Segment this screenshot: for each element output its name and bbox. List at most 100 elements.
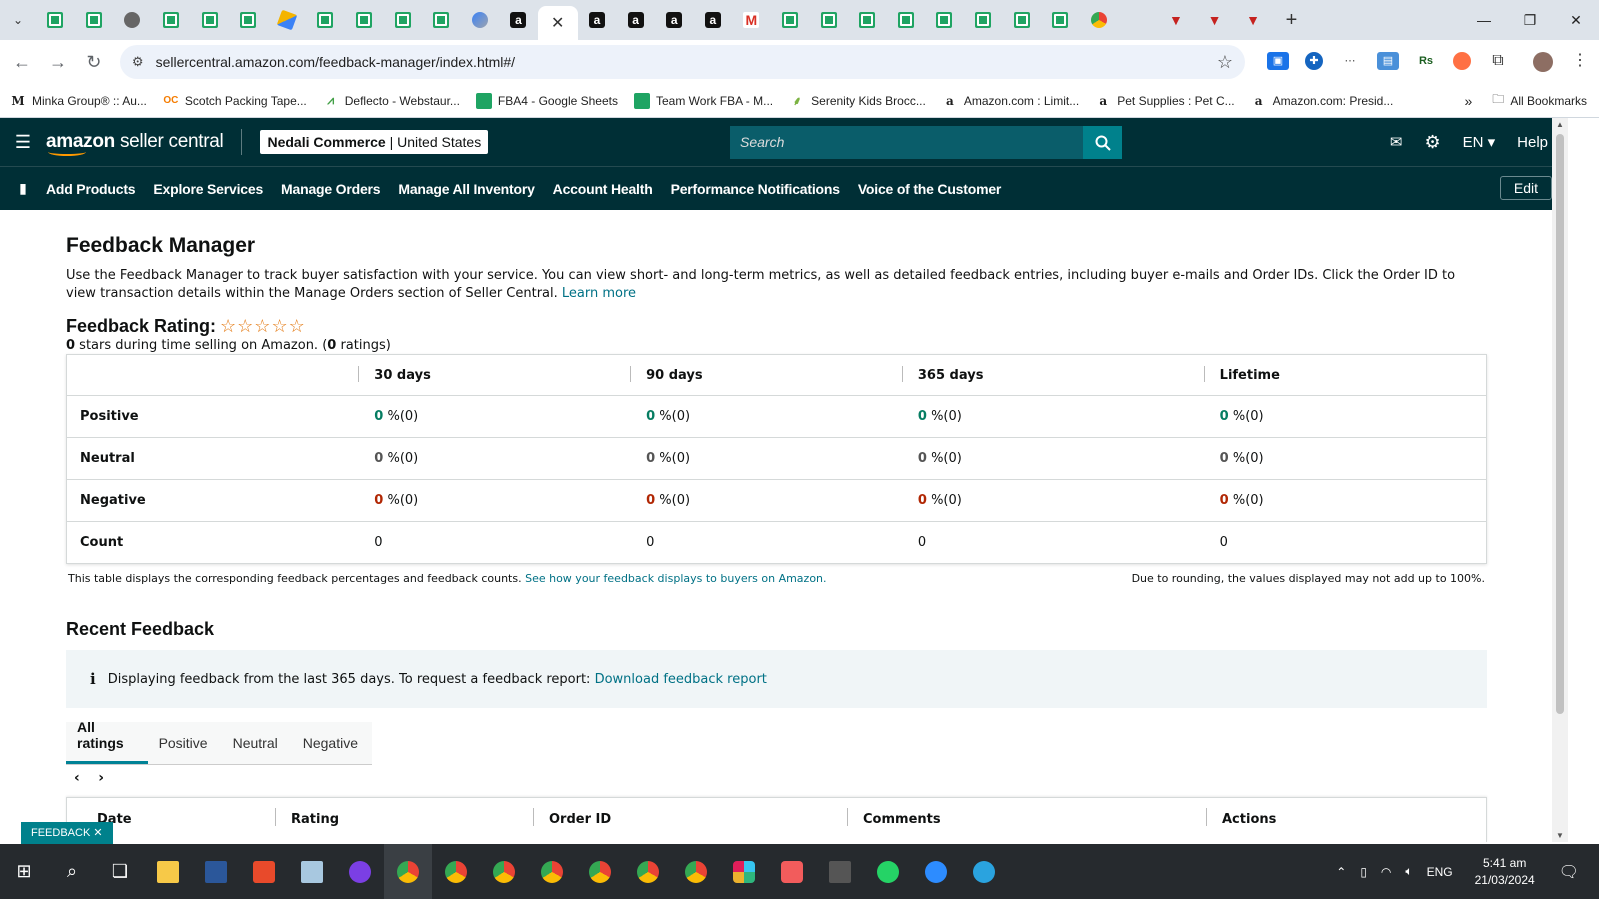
notes-app-icon[interactable] (288, 844, 336, 899)
tray-chevron-icon[interactable]: ⌃ (1336, 865, 1346, 879)
browser-tab[interactable] (1002, 5, 1041, 35)
scrollbar-thumb[interactable] (1556, 134, 1564, 714)
minimize-icon[interactable]: — (1461, 12, 1507, 29)
browser-tab[interactable]: a (655, 5, 694, 35)
nav-link-explore-services[interactable]: Explore Services (153, 181, 263, 197)
prev-page-icon[interactable]: ‹ (74, 770, 80, 786)
chrome-icon[interactable] (480, 844, 528, 899)
browser-tab[interactable] (1041, 5, 1080, 35)
language-selector[interactable]: EN ▾ (1463, 133, 1496, 151)
browser-tab[interactable] (113, 5, 152, 35)
bookmark-item[interactable]: M Minka Group® :: Au... (10, 93, 147, 109)
browser-tab[interactable]: M (732, 5, 771, 35)
forward-arrow-icon[interactable]: → (40, 52, 76, 73)
extension-icon[interactable]: ▣ (1267, 52, 1289, 70)
site-info-icon[interactable]: ⚙ (132, 54, 144, 70)
restore-icon[interactable]: ❐ (1507, 12, 1553, 29)
nav-link-performance-notifications[interactable]: Performance Notifications (671, 181, 840, 197)
extension-icon[interactable]: ▤ (1377, 52, 1399, 70)
telegram-icon[interactable] (960, 844, 1008, 899)
wps-icon[interactable] (240, 844, 288, 899)
browser-tab[interactable]: a (616, 5, 655, 35)
feedback-widget-button[interactable]: FEEDBACK ✕ (21, 822, 113, 844)
browser-tab[interactable] (345, 5, 384, 35)
chrome-icon[interactable] (528, 844, 576, 899)
nav-link-add-products[interactable]: Add Products (46, 181, 136, 197)
bookmark-item[interactable]: OC Scotch Packing Tape... (163, 93, 306, 109)
extensions-puzzle-icon[interactable]: ⧉ (1487, 52, 1509, 70)
tab-negative[interactable]: Negative (292, 735, 372, 764)
chrome-icon[interactable] (672, 844, 720, 899)
scroll-down-icon[interactable]: ▼ (1556, 831, 1564, 840)
calculator-icon[interactable] (816, 844, 864, 899)
browser-tab[interactable]: a (499, 5, 538, 35)
browser-tab[interactable]: a (578, 5, 617, 35)
next-page-icon[interactable]: › (98, 770, 104, 786)
browser-tab[interactable] (964, 5, 1003, 35)
word-icon[interactable] (192, 844, 240, 899)
browser-tab[interactable] (152, 5, 191, 35)
language-indicator[interactable]: ENG (1427, 865, 1453, 879)
app-icon[interactable] (336, 844, 384, 899)
tab-positive[interactable]: Positive (148, 735, 222, 764)
feedback-display-link[interactable]: See how your feedback displays to buyers… (525, 572, 826, 585)
bookmark-item[interactable]: Team Work FBA - M... (634, 92, 773, 109)
settings-gear-icon[interactable]: ⚙ (1424, 132, 1440, 153)
browser-tab[interactable] (75, 5, 114, 35)
new-tab-button[interactable]: + (1272, 9, 1310, 32)
browser-tab[interactable]: ▼ (1195, 5, 1234, 35)
file-explorer-icon[interactable] (144, 844, 192, 899)
browser-tab[interactable] (190, 5, 229, 35)
page-scrollbar[interactable]: ▲ ▼ (1552, 118, 1568, 842)
task-view-icon[interactable]: ❏ (96, 844, 144, 899)
whatsapp-icon[interactable] (864, 844, 912, 899)
extension-icon[interactable]: ✚ (1305, 52, 1323, 70)
store-selector[interactable]: Nedali Commerce | United States (260, 130, 489, 154)
edit-nav-button[interactable]: Edit (1499, 176, 1552, 200)
chrome-icon[interactable] (432, 844, 480, 899)
close-tab-icon[interactable]: ✕ (551, 13, 564, 33)
bookmark-icon[interactable]: ▮ (0, 180, 46, 197)
browser-tab[interactable] (422, 5, 461, 35)
search-input[interactable]: Search (730, 126, 1084, 159)
clock[interactable]: 5:41 am 21/03/2024 (1475, 855, 1535, 889)
tab-search-chevron-icon[interactable]: ⌄ (0, 0, 36, 40)
bookmark-item[interactable]: a Amazon.com : Limit... (942, 93, 1079, 109)
seller-central-logo[interactable]: amazon seller central (46, 129, 243, 156)
taskbar-search-icon[interactable]: ⌕ (48, 844, 96, 899)
close-window-icon[interactable]: ✕ (1553, 12, 1599, 29)
browser-tab[interactable] (461, 5, 500, 35)
zoom-icon[interactable] (912, 844, 960, 899)
tab-neutral[interactable]: Neutral (222, 735, 292, 764)
usb-icon[interactable]: ▯ (1360, 865, 1367, 879)
all-bookmarks-button[interactable]: 🗀 All Bookmarks (1492, 90, 1587, 111)
browser-tab[interactable] (229, 5, 268, 35)
browser-tab[interactable]: ▼ (1234, 5, 1273, 35)
browser-tab[interactable] (306, 5, 345, 35)
download-feedback-report-link[interactable]: Download feedback report (595, 672, 767, 687)
slack-icon[interactable] (720, 844, 768, 899)
back-arrow-icon[interactable]: ← (4, 52, 40, 73)
reload-icon[interactable]: ↻ (76, 52, 112, 73)
nav-link-manage-all-inventory[interactable]: Manage All Inventory (398, 181, 534, 197)
browser-tab[interactable] (383, 5, 422, 35)
extension-icon[interactable]: ⋯ (1339, 52, 1361, 70)
more-bookmarks-icon[interactable]: » (1465, 93, 1473, 109)
windows-start-icon[interactable]: ⊞ (0, 844, 48, 899)
learn-more-link[interactable]: Learn more (562, 286, 636, 301)
volume-icon[interactable]: 🔈︎ (1405, 864, 1412, 879)
extension-icon[interactable]: Rs (1415, 52, 1437, 70)
nav-link-voice-of-the-customer[interactable]: Voice of the Customer (858, 181, 1002, 197)
chrome-icon[interactable] (576, 844, 624, 899)
tab-all-ratings[interactable]: All ratings (66, 719, 148, 764)
bookmark-star-icon[interactable]: ☆ (1217, 52, 1233, 73)
browser-tab[interactable] (771, 5, 810, 35)
browser-tab[interactable] (268, 5, 307, 35)
browser-tab[interactable] (848, 5, 887, 35)
browser-tab[interactable] (1118, 5, 1157, 35)
menu-kebab-icon[interactable]: ⋮ (1569, 52, 1591, 70)
notifications-icon[interactable]: 🗨︎ (1559, 862, 1579, 882)
chrome-icon[interactable] (624, 844, 672, 899)
app-icon[interactable] (768, 844, 816, 899)
extension-icon[interactable] (1453, 52, 1471, 70)
